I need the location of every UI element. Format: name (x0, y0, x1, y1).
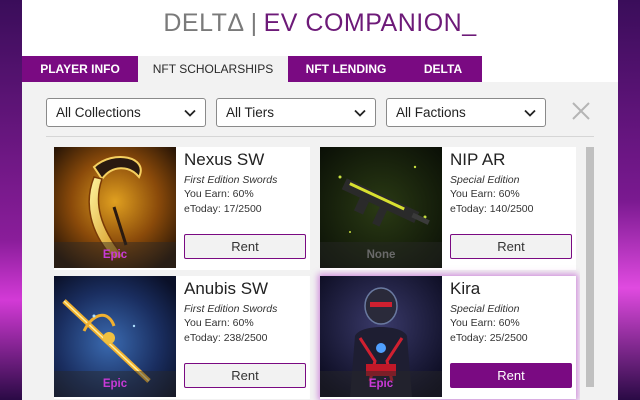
background-left-strip (0, 0, 22, 400)
app-header: DELTΔ | EV COMPANION_ (22, 0, 618, 46)
tiers-select-value: All Tiers (226, 105, 275, 120)
nft-thumbnail: None (320, 147, 442, 268)
scrollbar[interactable] (586, 145, 594, 400)
tab-player-info[interactable]: PLAYER INFO (22, 56, 138, 82)
nft-info: Anubis SW First Edition Swords You Earn:… (184, 278, 308, 346)
nft-edition: Special Edition (450, 174, 520, 186)
background-right-strip (618, 0, 640, 400)
rarity-badge: Epic (320, 371, 442, 397)
nft-card-selected: Epic Kira Special Edition You Earn: 60% … (320, 276, 576, 399)
nft-name: NIP AR (450, 150, 506, 169)
companion-panel: DELTΔ | EV COMPANION_ PLAYER INFO NFT SC… (22, 0, 618, 400)
chevron-down-icon (184, 109, 196, 117)
brand-separator: | (250, 8, 258, 37)
factions-select-value: All Factions (396, 105, 466, 120)
nft-card: Epic Nexus SW First Edition Swords You E… (54, 147, 310, 270)
nft-info: Nexus SW First Edition Swords You Earn: … (184, 149, 308, 217)
tiers-select[interactable]: All Tiers (216, 98, 376, 127)
nft-card-grid: Epic Nexus SW First Edition Swords You E… (52, 145, 580, 400)
rarity-badge: None (320, 242, 442, 268)
nft-etoday: eToday: 140/2500 (450, 203, 534, 215)
rent-button[interactable]: Rent (450, 234, 572, 259)
nft-thumbnail: Epic (54, 147, 176, 268)
chevron-down-icon (354, 109, 366, 117)
nft-card: Epic Anubis SW First Edition Swords You … (54, 276, 310, 399)
tab-bar: PLAYER INFO NFT SCHOLARSHIPS NFT LENDING… (22, 56, 482, 82)
close-icon[interactable] (570, 100, 592, 122)
nft-name: Kira (450, 279, 481, 298)
nft-earn: You Earn: 60% (184, 317, 254, 329)
nft-name: Nexus SW (184, 150, 265, 169)
nft-edition: First Edition Swords (184, 303, 278, 315)
nft-etoday: eToday: 17/2500 (184, 203, 262, 215)
brand-ev-companion: EV COMPANION_ (263, 8, 477, 37)
rent-button[interactable]: Rent (184, 363, 306, 388)
chevron-down-icon (524, 109, 536, 117)
nft-edition: Special Edition (450, 303, 520, 315)
scrollbar-thumb[interactable] (586, 147, 594, 387)
nft-info: Kira Special Edition You Earn: 60% eToda… (450, 278, 574, 346)
nft-earn: You Earn: 60% (450, 188, 520, 200)
nft-earn: You Earn: 60% (450, 317, 520, 329)
tab-delta[interactable]: DELTA (404, 56, 482, 82)
filter-divider (46, 136, 594, 137)
nft-thumbnail: Epic (320, 276, 442, 397)
rent-button[interactable]: Rent (184, 234, 306, 259)
collections-select-value: All Collections (56, 105, 141, 120)
tab-nft-lending[interactable]: NFT LENDING (288, 56, 404, 82)
brand-delta: DELTΔ (163, 8, 245, 37)
filter-bar: All Collections All Tiers All Factions (46, 98, 546, 127)
rarity-badge: Epic (54, 371, 176, 397)
nft-etoday: eToday: 25/2500 (450, 332, 528, 344)
nft-edition: First Edition Swords (184, 174, 278, 186)
factions-select[interactable]: All Factions (386, 98, 546, 127)
nft-etoday: eToday: 238/2500 (184, 332, 268, 344)
nft-name: Anubis SW (184, 279, 269, 298)
rarity-badge: Epic (54, 242, 176, 268)
tab-nft-scholarships[interactable]: NFT SCHOLARSHIPS (138, 56, 288, 82)
rent-button[interactable]: Rent (450, 363, 572, 388)
nft-card: None NIP AR Special Edition You Earn: 60… (320, 147, 576, 270)
nft-thumbnail: Epic (54, 276, 176, 397)
collections-select[interactable]: All Collections (46, 98, 206, 127)
nft-earn: You Earn: 60% (184, 188, 254, 200)
nft-info: NIP AR Special Edition You Earn: 60% eTo… (450, 149, 574, 217)
